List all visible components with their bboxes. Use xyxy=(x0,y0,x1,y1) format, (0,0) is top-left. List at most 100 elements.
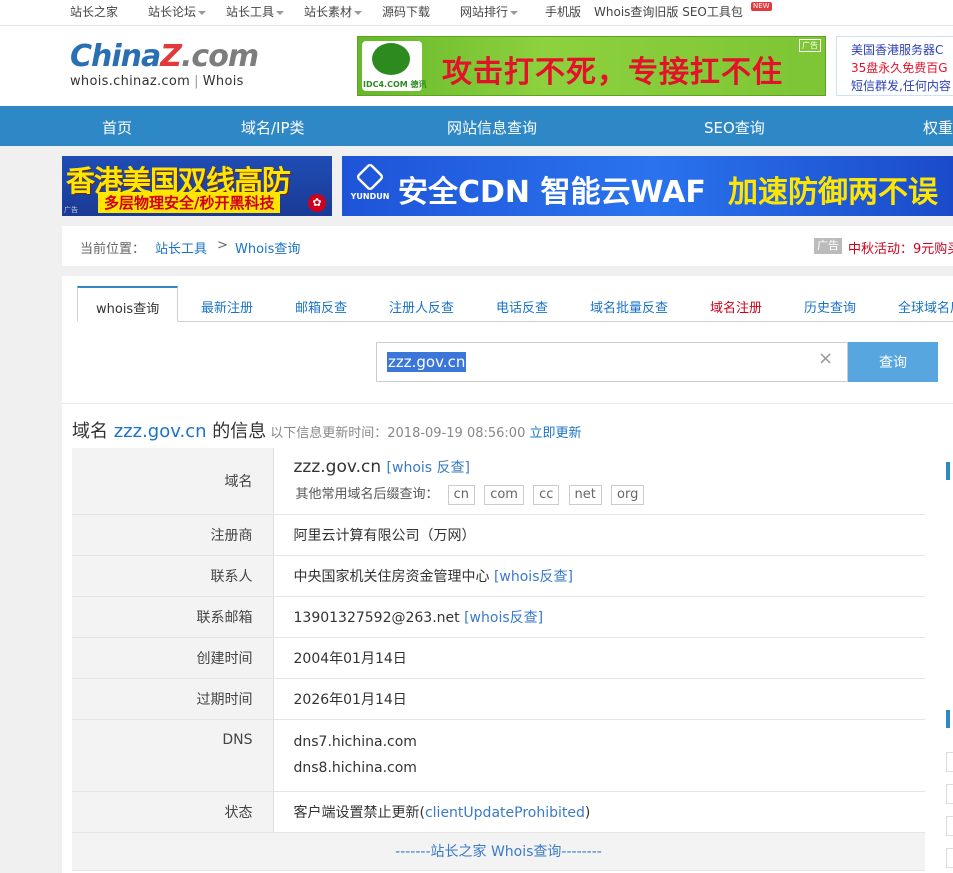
banner-yundun-cdn[interactable]: YUNDUN 安全CDN 智能云WAF 加速防御两不误 xyxy=(342,156,953,216)
domain-whois-reverse-link[interactable]: [whois 反查] xyxy=(387,460,470,476)
search-input-value: zzz.gov.cn xyxy=(387,352,467,372)
tab-phone-reverse[interactable]: 电话反查 xyxy=(496,297,548,316)
row-label: 状态 xyxy=(72,791,274,833)
clear-icon[interactable]: × xyxy=(818,348,833,369)
suffix-cc[interactable]: cc xyxy=(533,484,560,505)
topbar-link-forum[interactable]: 站长论坛 xyxy=(148,3,207,20)
breadcrumb-ad-tag: 广告 xyxy=(814,238,842,254)
topbar-link-rank[interactable]: 网站排行 xyxy=(460,3,519,20)
status-close: ) xyxy=(584,804,591,821)
topbar-link-assets-label: 站长素材 xyxy=(304,5,353,19)
sidebar-item[interactable] xyxy=(946,784,953,804)
chevron-down-icon xyxy=(198,10,207,15)
table-row: 创建时间 2004年01月14日 xyxy=(72,637,925,679)
table-row: DNS dns7.hichina.com dns8.hichina.com xyxy=(72,719,925,792)
row-value: 13901327592@263.net [whois反查] xyxy=(273,596,925,638)
refresh-now-link[interactable]: 立即更新 xyxy=(529,426,581,441)
email-whois-reverse-link[interactable]: [whois反查] xyxy=(464,610,543,626)
nav-item-weight[interactable]: 权重 xyxy=(923,117,953,138)
bauhinia-icon: ✿ xyxy=(308,194,326,212)
sidebar-item[interactable] xyxy=(946,848,953,868)
right-text-ad[interactable]: 美国香港服务器C 35盘永久免费百G 短信群发,任何内容 xyxy=(836,36,953,96)
topbar-link-assets[interactable]: 站长素材 xyxy=(304,3,363,20)
tab-whois[interactable]: whois查询 xyxy=(77,286,179,322)
breadcrumb-link-tools[interactable]: 站长工具 xyxy=(155,238,207,257)
tab-latest-registered[interactable]: 最新注册 xyxy=(201,297,253,316)
logo-brand-z: Z xyxy=(160,39,182,74)
breadcrumb-link-whois[interactable]: Whois查询 xyxy=(235,238,300,257)
tab-global-domain[interactable]: 全球域名后 xyxy=(898,297,953,316)
nav-item-site-info[interactable]: 网站信息查询 xyxy=(447,117,537,138)
logo-sub-domain: whois.chinaz.com xyxy=(70,74,191,89)
tab-email-reverse[interactable]: 邮箱反查 xyxy=(295,297,347,316)
table-row: 联系邮箱 13901327592@263.net [whois反查] xyxy=(72,596,925,638)
row-label: 联系人 xyxy=(72,555,274,597)
banner-hk-us-defense[interactable]: 香港美国双线高防 多层物理安全/秒开黑科技 广告 ✿ xyxy=(62,156,332,216)
sidebar-item[interactable] xyxy=(946,752,953,772)
row-label: 联系邮箱 xyxy=(72,596,274,638)
suffix-com[interactable]: com xyxy=(484,484,524,505)
site-logo[interactable]: ChinaZ.com whois.chinaz.com | Whois xyxy=(70,39,259,90)
contact-value: 中央国家机关住房资金管理中心 xyxy=(293,568,490,585)
table-row: -------站长之家 Whois查询-------- xyxy=(72,832,925,871)
topbar-link-home[interactable]: 站长之家 xyxy=(70,3,118,20)
tab-batch-reverse[interactable]: 域名批量反查 xyxy=(590,297,668,316)
top-bar: 站长之家 站长论坛 站长工具 站长素材 源码下载 网站排行 手机版 Whois查… xyxy=(0,0,953,26)
created-value: 2004年01月14日 xyxy=(273,637,925,679)
suffix-org[interactable]: org xyxy=(611,484,645,505)
chevron-down-icon xyxy=(510,10,519,15)
topbar-link-mobile[interactable]: 手机版 xyxy=(545,3,581,20)
status-text: 客户端设置禁止更新( xyxy=(293,804,425,821)
banner1-ad-tag: 广告 xyxy=(64,206,78,214)
table-footer: -------站长之家 Whois查询-------- xyxy=(72,832,925,871)
topbar-link-source[interactable]: 源码下载 xyxy=(382,3,430,20)
tab-registrant-reverse[interactable]: 注册人反查 xyxy=(389,297,454,316)
row-label: 注册商 xyxy=(72,514,274,556)
promo-link[interactable]: 中秋活动：9元购买 xyxy=(848,238,953,257)
domain-value: zzz.gov.cn xyxy=(293,456,382,477)
chevron-down-icon xyxy=(276,10,285,15)
nav-item-home[interactable]: 首页 xyxy=(102,117,132,138)
suffix-cn[interactable]: cn xyxy=(447,484,476,505)
table-row: 状态 客户端设置禁止更新(clientUpdateProhibited) xyxy=(72,791,925,833)
top-ad-banner[interactable]: IDC4.COM 德讯 攻击打不死，专接扛不住 广告 xyxy=(357,36,826,96)
header: ChinaZ.com whois.chinaz.com | Whois IDC4.C… xyxy=(0,26,953,106)
result-title-suffix: 的信息 xyxy=(212,421,267,442)
row-label: 域名 xyxy=(72,448,274,515)
logo-sub-label: Whois xyxy=(202,74,244,89)
topbar-link-tools[interactable]: 站长工具 xyxy=(226,3,285,20)
topbar-link-old-whois[interactable]: Whois查询旧版 SEO工具包 xyxy=(594,3,743,20)
search-button[interactable]: 查询 xyxy=(848,342,938,382)
sidebar-item[interactable] xyxy=(946,816,953,836)
banner2-highlight: 加速防御两不误 xyxy=(728,175,938,210)
top-ad-text: 攻击打不死，专接扛不住 xyxy=(442,55,783,90)
dns-value-1: dns7.hichina.com xyxy=(293,734,417,750)
right-ad-line-3: 短信群发,任何内容 xyxy=(851,79,951,93)
nav-item-seo[interactable]: SEO查询 xyxy=(704,117,765,138)
sidebar-accent-bar xyxy=(946,462,950,480)
domain-search-input[interactable]: zzz.gov.cn xyxy=(376,342,848,382)
logo-brand-com: .com xyxy=(181,39,259,74)
nav-item-domain-ip[interactable]: 域名/IP类 xyxy=(241,117,305,138)
result-title: 域名 zzz.gov.cn 的信息 以下信息更新时间：2018-09-19 08:… xyxy=(72,417,582,443)
right-ad-line-1: 美国香港服务器C xyxy=(851,43,944,57)
breadcrumb-label: 当前位置： xyxy=(80,242,146,257)
table-row: 域名 zzz.gov.cn [whois 反查] 其他常用域名后缀查询： cn … xyxy=(72,448,925,515)
topbar-link-forum-label: 站长论坛 xyxy=(148,5,197,19)
main-panel: whois查询 最新注册 邮箱反查 注册人反查 电话反查 域名批量反查 域名注册… xyxy=(62,276,953,873)
topbar-link-rank-label: 网站排行 xyxy=(460,5,509,19)
banner1-subtitle: 多层物理安全/秒开黑科技 xyxy=(98,192,281,213)
right-ad-line-2: 35盘永久免费百G xyxy=(851,61,948,75)
logo-brand-main: China xyxy=(70,39,161,74)
tab-history[interactable]: 历史查询 xyxy=(804,297,856,316)
registrar-value: 阿里云计算有限公司（万网） xyxy=(273,514,925,556)
status-code-link[interactable]: clientUpdateProhibited xyxy=(425,805,585,821)
contact-whois-reverse-link[interactable]: [whois反查] xyxy=(494,569,573,585)
row-value: zzz.gov.cn [whois 反查] 其他常用域名后缀查询： cn com… xyxy=(273,448,925,515)
banner2-brand: YUNDUN xyxy=(350,192,390,201)
email-value: 13901327592@263.net xyxy=(293,609,460,626)
tab-domain-register[interactable]: 域名注册 xyxy=(710,297,762,316)
suffix-net[interactable]: net xyxy=(568,484,602,505)
topbar-link-tools-label: 站长工具 xyxy=(226,5,275,19)
top-ad-brand: IDC4.COM 德讯 xyxy=(363,80,427,89)
